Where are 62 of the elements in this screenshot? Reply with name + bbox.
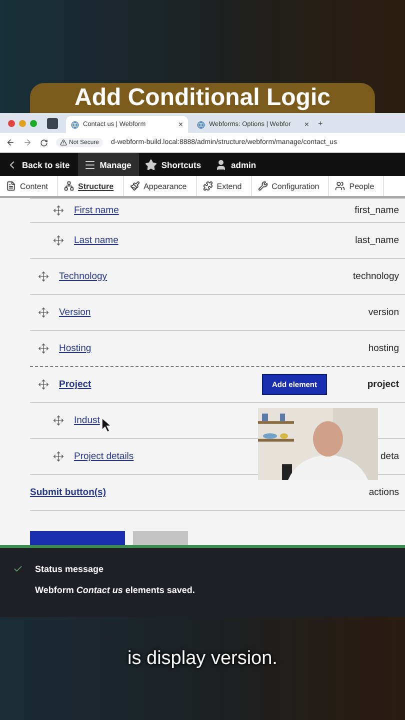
element-key: project bbox=[343, 379, 405, 390]
element-key: first_name bbox=[343, 205, 405, 216]
site-icon bbox=[197, 120, 205, 128]
element-link[interactable]: Indust bbox=[74, 415, 100, 426]
app-icon[interactable] bbox=[47, 118, 58, 128]
close-tab-button[interactable]: × bbox=[178, 120, 183, 129]
user-icon bbox=[215, 158, 228, 170]
forward-icon[interactable] bbox=[23, 138, 32, 147]
status-message: Webform Contact us elements saved. bbox=[35, 585, 196, 595]
submit-buttons-link[interactable]: Submit button(s) bbox=[30, 487, 106, 498]
admin-menu-item[interactable]: Extend bbox=[196, 176, 252, 196]
drag-handle-icon[interactable] bbox=[38, 379, 49, 390]
drag-handle-icon[interactable] bbox=[53, 451, 64, 462]
hierarchy-icon bbox=[64, 181, 74, 191]
back-icon[interactable] bbox=[6, 138, 15, 147]
drag-handle-icon[interactable] bbox=[38, 343, 49, 354]
element-key: hosting bbox=[343, 343, 405, 354]
element-key: last_name bbox=[343, 235, 405, 246]
element-link[interactable]: Last name bbox=[74, 235, 118, 246]
drag-handle-icon[interactable] bbox=[38, 307, 49, 318]
status-title: Status message bbox=[35, 564, 105, 574]
star-icon bbox=[145, 158, 158, 170]
element-link[interactable]: Version bbox=[59, 307, 91, 318]
drag-handle-icon[interactable] bbox=[53, 235, 64, 246]
brush-icon bbox=[130, 181, 140, 191]
people-icon bbox=[335, 181, 346, 191]
admin-menu-item[interactable]: Appearance bbox=[124, 176, 197, 196]
puzzle-icon bbox=[202, 181, 213, 191]
wrench-icon bbox=[258, 181, 268, 191]
toolbar-item[interactable]: Manage bbox=[78, 153, 140, 176]
toolbar-item[interactable]: Back to site bbox=[0, 153, 78, 176]
element-key: technology bbox=[343, 271, 405, 282]
drag-handle-icon[interactable] bbox=[53, 415, 64, 426]
drag-handle-icon[interactable] bbox=[53, 205, 64, 216]
admin-menu-item[interactable]: People bbox=[329, 176, 384, 196]
admin-menu-item[interactable]: Configuration bbox=[252, 176, 330, 196]
admin-menu-item[interactable]: Structure bbox=[58, 176, 124, 196]
cursor-icon bbox=[101, 417, 112, 433]
drag-handle-icon[interactable] bbox=[38, 271, 49, 282]
minimize-window-dot[interactable] bbox=[19, 120, 26, 126]
caption-text: is display version. bbox=[128, 648, 278, 670]
element-key: deta bbox=[343, 451, 405, 462]
check-icon bbox=[12, 564, 22, 574]
element-link[interactable]: Technology bbox=[59, 271, 108, 282]
menu-icon bbox=[84, 158, 96, 170]
element-link[interactable]: First name bbox=[74, 205, 119, 216]
element-link[interactable]: Project details bbox=[74, 451, 134, 462]
element-link[interactable]: Project bbox=[59, 379, 92, 390]
reload-icon[interactable] bbox=[40, 138, 48, 146]
close-window-dot[interactable] bbox=[8, 120, 15, 126]
site-icon bbox=[71, 120, 79, 128]
toolbar-item[interactable]: admin bbox=[209, 153, 264, 176]
maximize-window-dot[interactable] bbox=[30, 120, 37, 126]
video-title: Add Conditional Logic bbox=[30, 83, 375, 113]
new-tab-button[interactable]: + bbox=[318, 118, 323, 128]
close-tab-button[interactable]: × bbox=[304, 120, 309, 129]
toolbar-item[interactable]: Shortcuts bbox=[139, 153, 210, 176]
element-link[interactable]: Hosting bbox=[59, 343, 92, 354]
document-icon bbox=[6, 181, 16, 191]
element-key: actions bbox=[343, 487, 405, 498]
admin-menu-item[interactable]: Content bbox=[0, 176, 58, 196]
element-key: version bbox=[343, 307, 405, 318]
